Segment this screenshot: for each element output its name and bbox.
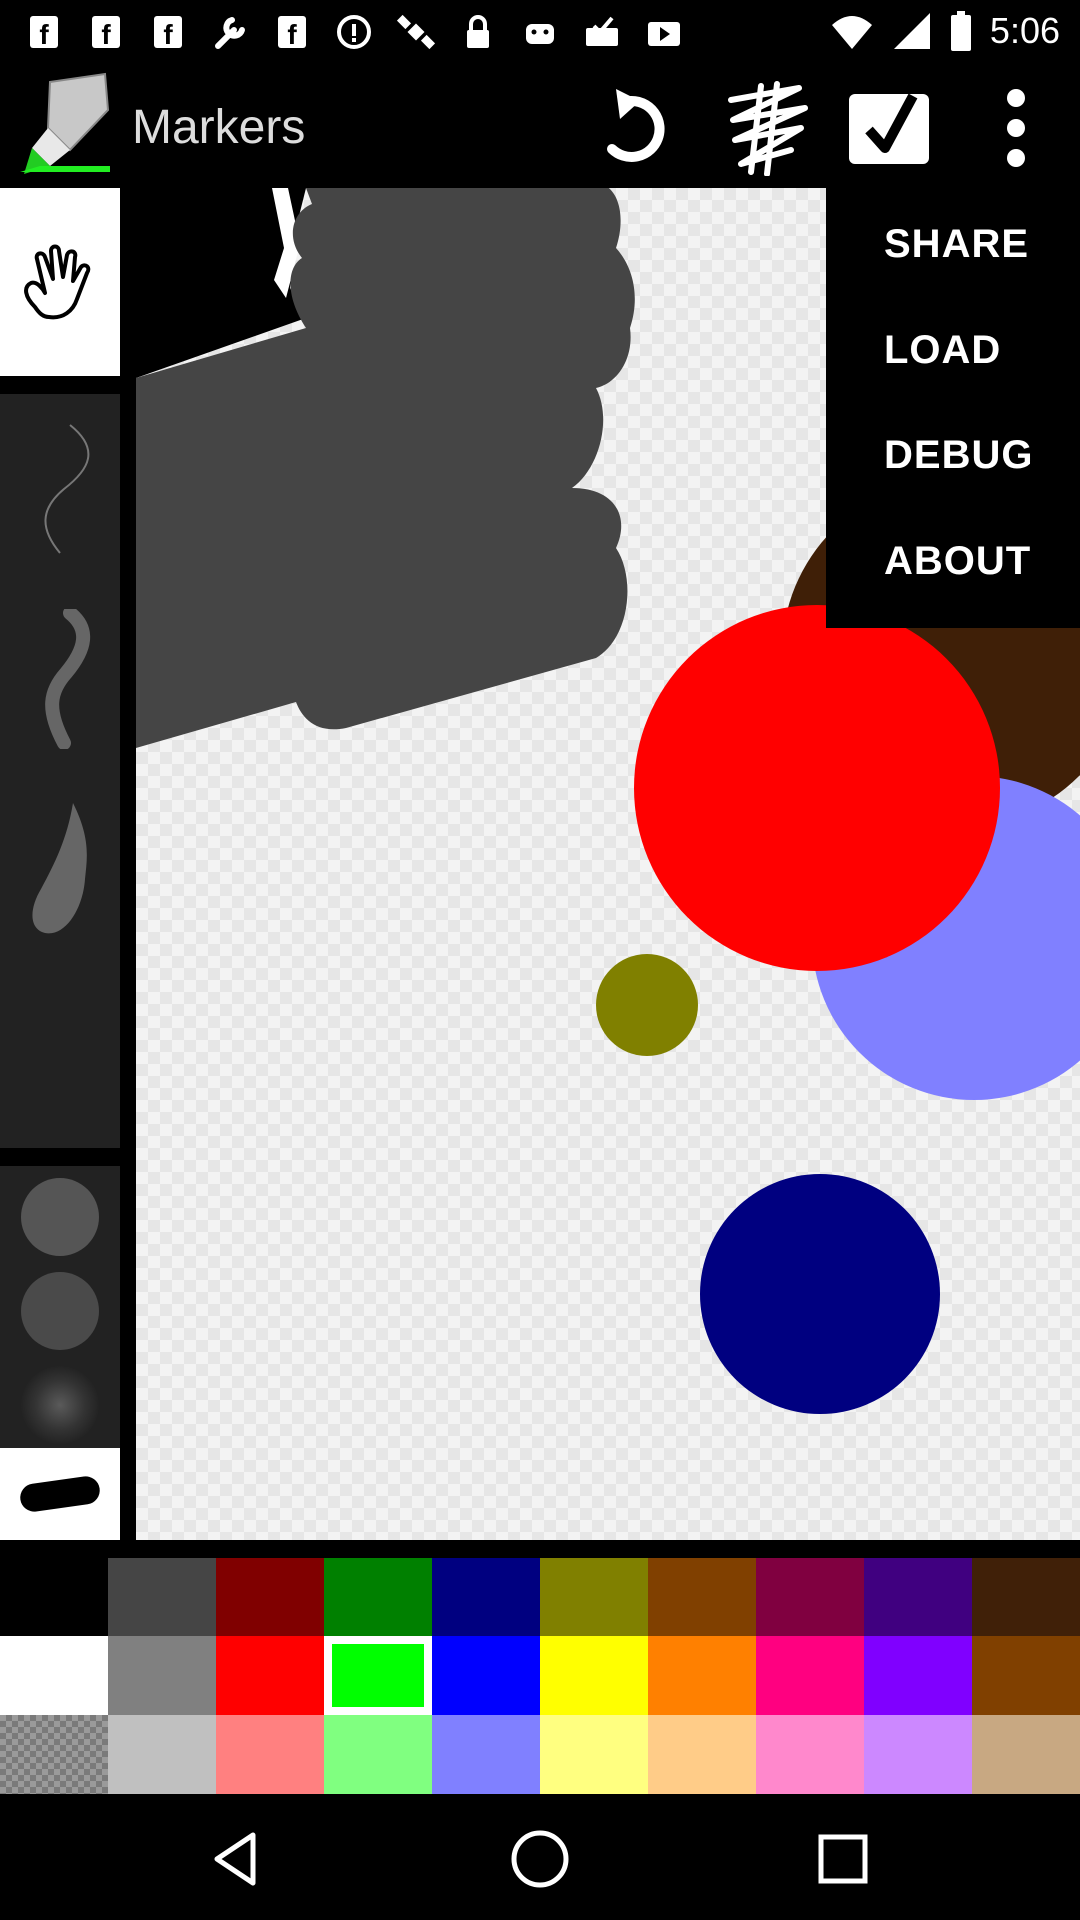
recents-icon	[818, 1834, 868, 1884]
brush-size-panel: 168	[0, 394, 120, 1330]
color-palette	[0, 1540, 1080, 1794]
wifi-icon	[831, 16, 872, 49]
tool-column: 168	[0, 188, 120, 1540]
opacity-panel	[0, 1166, 120, 1456]
color-swatch[interactable]	[756, 1636, 864, 1715]
eraser-icon	[20, 1476, 100, 1512]
menu-item-debug[interactable]: DEBUG	[884, 433, 1033, 478]
color-swatch[interactable]	[972, 1715, 1080, 1794]
svg-text:f: f	[101, 19, 111, 50]
system-status: 5:06	[830, 10, 1060, 52]
home-icon	[511, 1830, 569, 1888]
color-swatch[interactable]	[432, 1558, 540, 1637]
color-swatch[interactable]	[324, 1558, 432, 1637]
thin-stroke-icon	[44, 424, 90, 554]
color-swatch[interactable]	[648, 1715, 756, 1794]
eraser-button[interactable]	[0, 1448, 120, 1540]
play-store-icon	[648, 22, 680, 46]
signal-icon	[893, 13, 930, 49]
color-swatch[interactable]	[0, 1636, 108, 1715]
app-title: Markers	[132, 101, 306, 154]
color-swatch[interactable]	[972, 1636, 1080, 1715]
recents-button[interactable]	[798, 1814, 888, 1904]
android-icon	[526, 24, 554, 44]
navy-circle	[700, 1174, 940, 1414]
color-swatch[interactable]	[432, 1715, 540, 1794]
color-swatch[interactable]	[864, 1558, 972, 1637]
color-swatch[interactable]	[324, 1636, 432, 1715]
check-icon	[849, 93, 929, 164]
back-button[interactable]	[192, 1814, 282, 1904]
red-circle	[634, 605, 1000, 971]
color-swatch[interactable]	[216, 1558, 324, 1637]
svg-text:f: f	[39, 19, 49, 50]
lock-icon	[467, 15, 489, 48]
clock: 5:06	[989, 10, 1060, 51]
home-button[interactable]	[495, 1814, 585, 1904]
overflow-menu-button[interactable]	[966, 78, 1066, 178]
svg-text:f: f	[163, 19, 173, 50]
fb-icon: f	[278, 16, 306, 50]
menu-item-share[interactable]: SHARE	[884, 222, 1029, 267]
done-button[interactable]	[840, 78, 940, 178]
battery-icon	[950, 11, 971, 51]
color-swatch[interactable]	[540, 1636, 648, 1715]
scribble-icon	[728, 81, 808, 176]
undo-button[interactable]	[586, 78, 686, 178]
menu-item-about[interactable]: ABOUT	[884, 539, 1031, 584]
olive-circle	[596, 954, 698, 1056]
color-swatch[interactable]	[864, 1715, 972, 1794]
color-swatch[interactable]	[540, 1715, 648, 1794]
svg-text:f: f	[287, 19, 297, 50]
brush-thin-button[interactable]	[0, 414, 120, 564]
satellite-icon	[396, 14, 436, 50]
color-swatch[interactable]	[108, 1715, 216, 1794]
hand-icon	[24, 244, 91, 320]
opacity-soft-button[interactable]	[21, 1366, 99, 1444]
color-swatch[interactable]	[108, 1558, 216, 1637]
clear-scribble-button[interactable]	[716, 78, 816, 178]
color-swatch[interactable]	[864, 1636, 972, 1715]
overflow-menu: SHARE LOAD DEBUG ABOUT	[826, 188, 1080, 628]
color-swatch[interactable]	[216, 1715, 324, 1794]
color-swatch[interactable]	[648, 1636, 756, 1715]
brush-thick-button[interactable]	[0, 794, 120, 944]
menu-item-load[interactable]: LOAD	[884, 328, 1001, 373]
color-swatch[interactable]	[108, 1636, 216, 1715]
medium-stroke-icon	[45, 609, 91, 749]
color-swatch[interactable]	[756, 1558, 864, 1637]
color-swatch[interactable]	[756, 1715, 864, 1794]
opacity-medium-button[interactable]	[21, 1272, 99, 1350]
swatch-transparent[interactable]	[0, 1715, 108, 1794]
color-swatch[interactable]	[540, 1558, 648, 1637]
fb-icon: f	[92, 16, 120, 50]
download-done-icon	[586, 16, 618, 46]
notification-icons: f f f f	[24, 12, 684, 52]
brush-medium-button[interactable]	[0, 604, 120, 754]
color-swatch[interactable]	[972, 1558, 1080, 1637]
fb-icon: f	[30, 16, 58, 50]
color-swatch[interactable]	[432, 1636, 540, 1715]
app-bar: Markers	[0, 64, 1080, 188]
more-vert-icon	[1007, 89, 1025, 167]
thick-stroke-icon	[32, 803, 87, 934]
undo-icon	[607, 89, 665, 162]
wrench-icon	[215, 17, 245, 49]
marker-logo-icon	[10, 70, 120, 180]
pan-tool-button[interactable]	[0, 188, 120, 376]
navigation-bar	[0, 1794, 1080, 1920]
info-icon	[337, 15, 371, 49]
fb-icon: f	[154, 16, 182, 50]
status-bar: f f f f 5:06	[0, 0, 1080, 64]
color-swatch[interactable]	[0, 1558, 108, 1637]
color-swatch[interactable]	[648, 1558, 756, 1637]
back-icon	[214, 1832, 256, 1886]
opacity-full-button[interactable]	[21, 1178, 99, 1256]
color-swatch[interactable]	[216, 1636, 324, 1715]
color-swatch[interactable]	[324, 1715, 432, 1794]
